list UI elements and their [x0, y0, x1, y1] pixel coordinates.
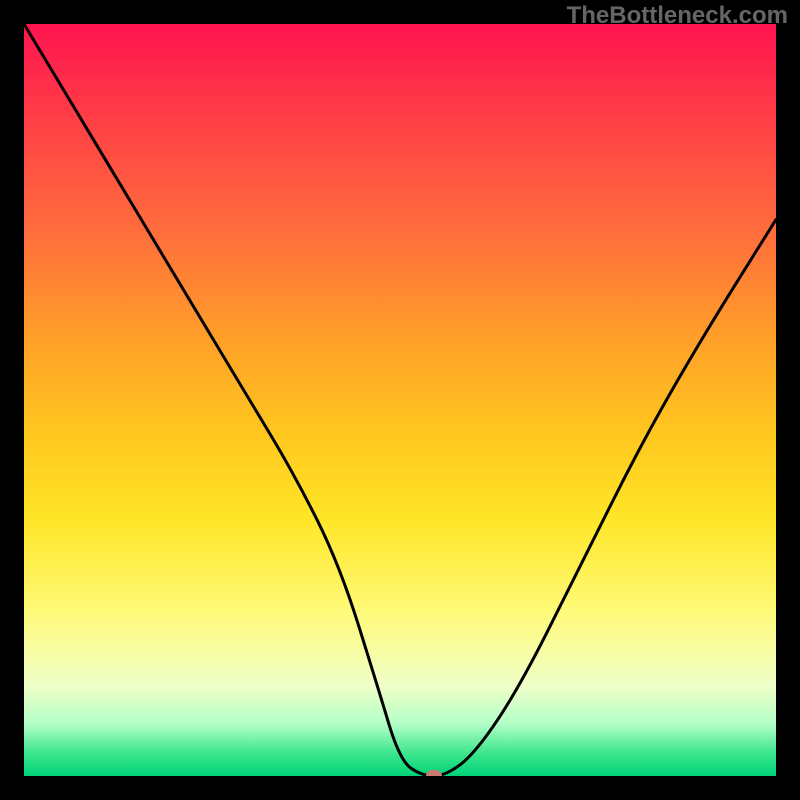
optimal-point-marker: [426, 770, 442, 776]
watermark-text: TheBottleneck.com: [567, 2, 788, 30]
plot-area: [24, 24, 776, 776]
bottleneck-curve: [24, 24, 776, 776]
chart-frame: TheBottleneck.com: [0, 0, 800, 800]
